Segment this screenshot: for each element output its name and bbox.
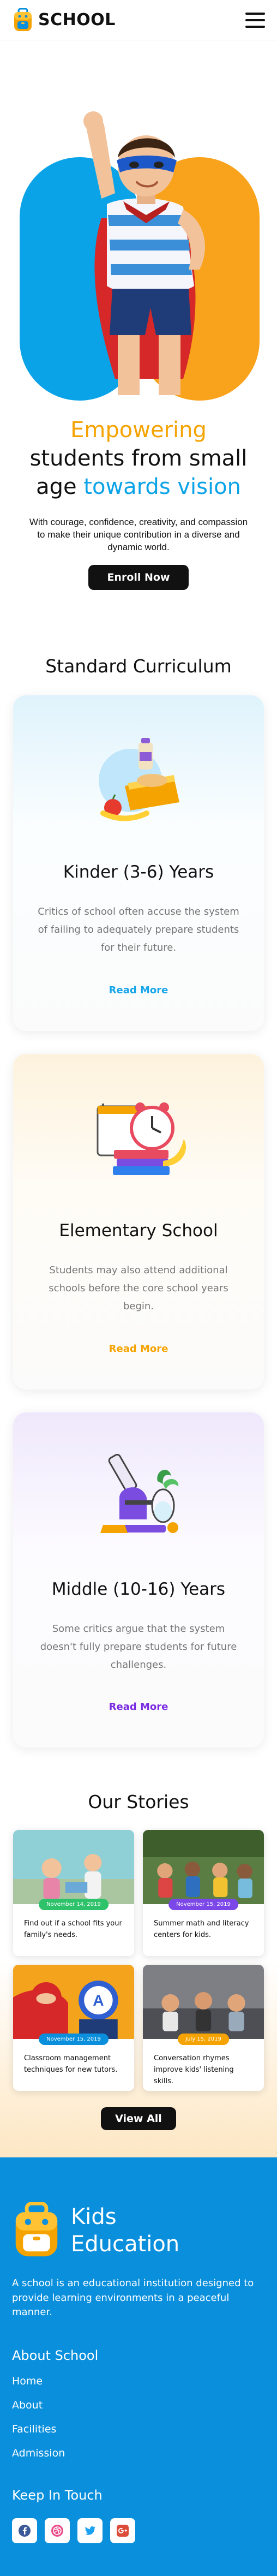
google-plus-icon[interactable] [110,2518,135,2543]
hero-description: With courage, confidence, creativity, an… [29,517,248,552]
twitter-icon[interactable] [77,2518,103,2543]
card-description: Some critics argue that the system doesn… [40,1623,237,1671]
story-title: Summer math and literacy centers for kid… [154,1919,249,1940]
hero-title-line3a: age [36,474,77,499]
story-date: November 15, 2019 [168,1899,238,1911]
hero-title: Empowering students from small age towar… [20,416,257,501]
footer-description: A school is an educational institution d… [12,2277,254,2318]
story-title: Conversation rhymes improve kids' listen… [154,2054,234,2086]
facebook-icon[interactable] [12,2518,37,2543]
stories-section: Our Stories November 14, 2019 Find out i… [0,1764,277,2158]
hero-title-line3b: towards vision [83,474,241,499]
read-more-link[interactable]: Read More [109,985,168,996]
story-title: Classroom management techniques for new … [24,2054,118,2074]
stories-title: Our Stories [88,1791,189,1813]
footer-links: Home About Facilities Admission [12,2375,265,2459]
curriculum-section: Standard Curriculum Kinder (3-6) Years C… [0,612,277,1764]
story-title: Find out if a school fits your family's … [24,1919,122,1940]
story-image: A November 15, 2019 [13,1965,134,2046]
story-date: November 15, 2019 [39,2034,109,2046]
story-image: November 15, 2019 [143,1830,264,1911]
card-title: Middle (10-16) Years [51,1579,226,1599]
hero-section: Empowering students from small age towar… [0,40,277,612]
hero-image [20,106,260,401]
footer-link-admission[interactable]: Admission [12,2447,265,2459]
story-card[interactable]: July 15, 2019 Conversation rhymes improv… [143,1965,264,2091]
footer-brand-line2: Education [71,2232,180,2257]
menu-hamburger-icon[interactable] [245,12,265,28]
lunch-box-icon [99,737,179,821]
story-date: November 14, 2019 [39,1899,109,1911]
footer-link-home[interactable]: Home [12,2375,265,2387]
read-more-link[interactable]: Read More [109,1343,168,1355]
books-clock-icon [97,1102,186,1175]
svg-text:A: A [93,1993,104,2009]
school-bag-logo-icon [14,8,32,31]
school-bag-logo-icon [15,2202,58,2257]
brand[interactable]: SCHOOL [12,8,116,32]
microscope-icon [100,1453,179,1533]
hero-title-line1: Empowering [70,418,207,443]
brand-name: SCHOOL [38,10,116,29]
curriculum-card-middle: Middle (10-16) Years Some critics argue … [13,1412,264,1748]
hero-title-line2: students from small [29,446,248,471]
dribbble-icon[interactable] [45,2518,70,2543]
footer-link-about[interactable]: About [12,2399,265,2411]
curriculum-card-kinder: Kinder (3-6) Years Critics of school oft… [13,695,264,1031]
view-all-button[interactable]: View All [101,2107,176,2131]
social-links [12,2518,265,2543]
site-footer: Kids Education A school is an educationa… [0,2157,277,2576]
footer-brand-line1: Kids [71,2204,117,2230]
story-image: November 14, 2019 [13,1830,134,1911]
story-card[interactable]: November 14, 2019 Find out if a school f… [13,1830,134,1957]
footer-brand[interactable]: Kids Education [12,2202,265,2259]
enroll-now-button[interactable]: Enroll Now [88,564,189,590]
card-description: Students may also attend additional scho… [49,1264,228,1313]
card-title: Kinder (3-6) Years [63,862,214,882]
story-card[interactable]: November 15, 2019 Summer math and litera… [143,1830,264,1957]
story-card[interactable]: A November 15, 2019 Classroom management… [13,1965,134,2091]
footer-link-facilities[interactable]: Facilities [12,2423,265,2435]
stories-grid: November 14, 2019 Find out if a school f… [13,1830,264,2091]
curriculum-title: Standard Curriculum [45,655,232,677]
card-title: Elementary School [59,1220,218,1241]
about-heading: About School [12,2347,99,2363]
social-heading: Keep In Touch [12,2487,103,2503]
story-date: July 15, 2019 [178,2034,229,2046]
footer-brand-name: Kids Education [71,2203,179,2258]
card-description: Critics of school often accuse the syste… [38,905,239,954]
superhero-kid-image [20,111,260,401]
story-image: July 15, 2019 [143,1965,264,2046]
site-header: SCHOOL [0,0,277,40]
read-more-link[interactable]: Read More [109,1701,168,1713]
curriculum-card-elementary: Elementary School Students may also atte… [13,1053,264,1390]
